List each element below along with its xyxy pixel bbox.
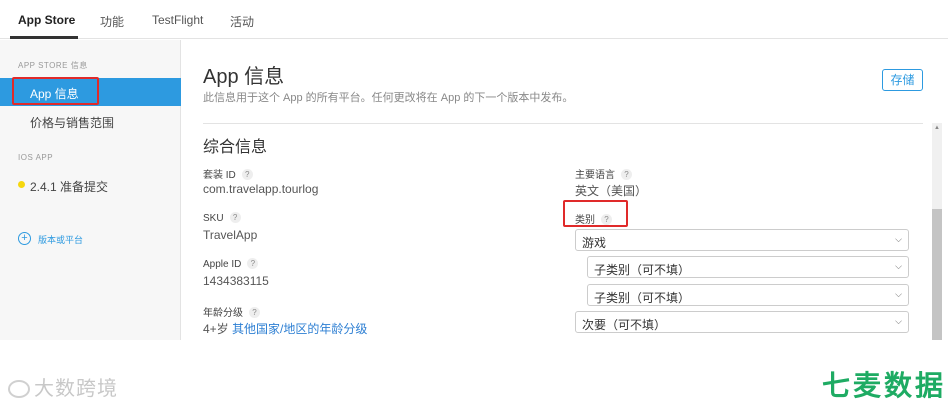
age-rating-link[interactable]: 其他国家/地区的年龄分级 — [232, 322, 367, 336]
watermark-logo-icon — [8, 380, 30, 398]
divider — [203, 123, 923, 124]
add-platform-label: 版本或平台 — [38, 235, 84, 245]
age-rating-label: 年龄分级? — [203, 304, 260, 319]
select-value: 游戏 — [582, 236, 607, 250]
scrollbar-thumb[interactable] — [932, 209, 942, 340]
highlight-box-app-info — [12, 77, 99, 105]
help-icon[interactable]: ? — [621, 169, 632, 180]
sidebar-item-version[interactable]: 2.4.1 准备提交 — [0, 171, 181, 199]
page-title: App 信息 — [203, 66, 285, 88]
select-value: 子类别（可不填） — [594, 291, 691, 305]
add-platform-button[interactable]: + 版本或平台 — [0, 228, 181, 250]
top-nav: App Store 功能 TestFlight 活动 — [0, 0, 948, 39]
sidebar: APP STORE 信息 App 信息 价格与销售范围 IOS APP 2.4.… — [0, 40, 181, 340]
apple-id-label: Apple ID? — [203, 258, 259, 270]
chevron-down-icon: ⌵ — [895, 234, 902, 244]
watermark-right: 七麦数据 — [822, 370, 947, 401]
tab-activity[interactable]: 活动 — [230, 13, 254, 30]
page-subtitle: 此信息用于这个 App 的所有平台。任何更改将在 App 的下一个版本中发布。 — [203, 92, 574, 104]
watermark-left: 大数跨境 — [8, 372, 118, 401]
primary-category-select[interactable]: 游戏 ⌵ — [575, 229, 909, 251]
plus-circle-icon: + — [18, 232, 31, 245]
scroll-up-icon[interactable]: ▲ — [934, 125, 940, 131]
sidebar-item-pricing[interactable]: 价格与销售范围 — [0, 107, 181, 135]
sidebar-section-ios: IOS APP — [18, 153, 54, 162]
help-icon[interactable]: ? — [249, 307, 260, 318]
main-content: App 信息 此信息用于这个 App 的所有平台。任何更改将在 App 的下一个… — [182, 40, 948, 340]
help-icon[interactable]: ? — [229, 212, 241, 223]
age-rating-value: 4+岁 其他国家/地区的年龄分级 — [203, 322, 368, 336]
section-title: 综合信息 — [203, 139, 268, 156]
status-dot-icon — [18, 181, 25, 188]
tab-app-store[interactable]: App Store — [18, 13, 75, 27]
primary-language-value[interactable]: 英文（美国） — [575, 182, 647, 199]
help-icon[interactable]: ? — [241, 169, 253, 180]
chevron-down-icon: ⌵ — [895, 316, 902, 326]
apple-id-value: 1434383115 — [203, 274, 269, 288]
sku-value: TravelApp — [203, 228, 258, 242]
subcategory-1-select[interactable]: 子类别（可不填） ⌵ — [587, 256, 909, 278]
select-value: 子类别（可不填） — [594, 263, 691, 277]
bundle-id-value: com.travelapp.tourlog — [203, 182, 319, 196]
highlight-box-category — [563, 200, 628, 227]
tab-testflight[interactable]: TestFlight — [152, 13, 203, 27]
sidebar-item-label: 价格与销售范围 — [30, 116, 115, 130]
bundle-id-label: 套装 ID? — [203, 166, 253, 181]
save-button[interactable]: 存储 — [882, 69, 923, 91]
chevron-down-icon: ⌵ — [895, 261, 902, 271]
select-value: 次要（可不填） — [582, 318, 667, 332]
vertical-scrollbar[interactable]: ▲ — [932, 123, 942, 340]
sidebar-section-app-store: APP STORE 信息 — [18, 61, 88, 70]
help-icon[interactable]: ? — [247, 258, 259, 269]
sidebar-item-label: 2.4.1 准备提交 — [30, 180, 109, 194]
active-tab-indicator — [10, 36, 78, 39]
tab-features[interactable]: 功能 — [100, 13, 124, 30]
chevron-down-icon: ⌵ — [895, 289, 902, 299]
subcategory-2-select[interactable]: 子类别（可不填） ⌵ — [587, 284, 909, 306]
primary-language-label: 主要语言? — [575, 166, 632, 181]
sku-label: SKU? — [203, 212, 241, 224]
secondary-category-select[interactable]: 次要（可不填） ⌵ — [575, 311, 909, 333]
